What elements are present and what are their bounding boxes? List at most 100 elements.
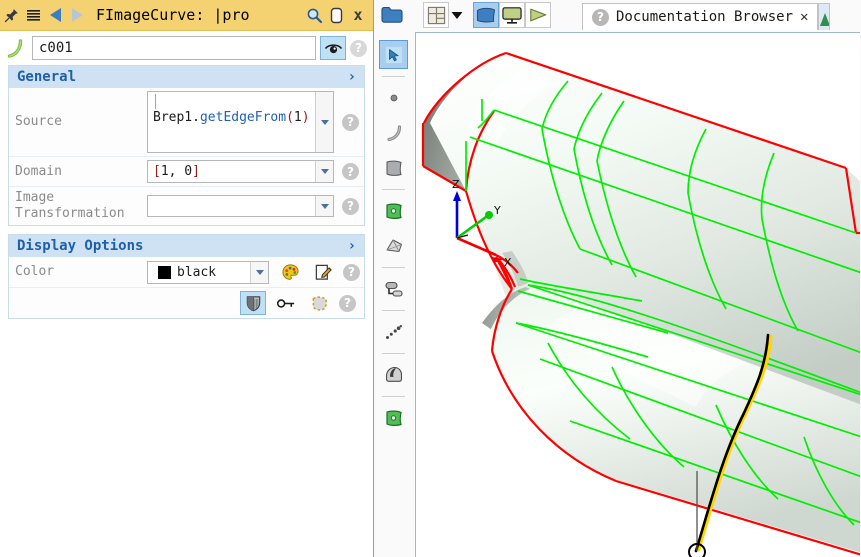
source-token-close-paren: ) [301,110,310,125]
visibility-toggle-button[interactable] [320,36,346,60]
color-field[interactable]: black [147,260,269,284]
transform-tool[interactable] [379,274,408,303]
tool-separator [382,267,405,268]
section-body-display-options: Color black ? ? [8,257,365,319]
tool-separator [382,189,405,190]
section-header-general[interactable]: General › [8,65,365,88]
chevron-right-icon: › [347,238,356,254]
3d-model-render[interactable]: Z Y X [416,33,860,557]
curve-tool[interactable] [379,118,408,147]
pin-icon[interactable] [0,2,22,28]
brep-solid[interactable] [421,51,860,556]
source-token-function: getEdgeFrom [199,110,287,125]
tab-label: Documentation Browser [616,9,794,25]
domain-field[interactable]: [1, 0] [147,160,334,183]
help-icon[interactable]: ? [342,163,359,180]
source-token-object: Brep1. [153,110,200,125]
help-icon: ? [592,8,609,26]
property-row-domain: Domain [1, 0] ? [9,157,364,187]
edit-pencil-icon[interactable] [310,260,336,284]
domain-token-values: 1, 0 [160,164,193,179]
domain-field-value[interactable]: [1, 0] [148,161,315,182]
close-icon[interactable]: x [347,2,373,28]
axis-z-label: Z [452,178,460,191]
point-tool[interactable] [379,83,408,112]
source-field[interactable]: Brep1.getEdgeFrom(1) [147,91,334,153]
back-arrow-icon[interactable] [44,2,66,28]
color-swatch [158,265,171,279]
property-label-image-transformation: Image Transformation [15,190,125,221]
image-transformation-row-icons: ? [334,197,359,215]
shape-view-icon[interactable] [473,2,499,28]
object-name-row: ? [0,31,373,65]
domain-token-close-bracket: ] [192,164,200,179]
panel-title: FImageCurve: |pro [96,6,250,24]
source-dropdown-button[interactable] [315,92,333,152]
tool-separator [382,353,405,354]
chevron-right-icon: › [347,69,356,85]
domain-row-icons: ? [334,163,359,180]
image-transformation-dropdown-button[interactable] [315,196,333,216]
tool-separator [382,76,405,77]
key-icon[interactable] [273,291,299,315]
layout-grid-icon[interactable] [423,2,449,28]
color-field-value[interactable]: black [177,262,250,283]
axis-y-label: Y [493,204,501,217]
property-row-shading: ? [9,288,364,318]
tab-next-partial[interactable] [818,3,831,30]
monitor-view-icon[interactable] [499,2,525,28]
property-row-image-transformation: Image Transformation ? [9,187,364,225]
dots-curve-tool[interactable] [379,317,408,346]
section-title-display-options: Display Options [17,238,144,254]
axis-z-arrow [453,191,461,201]
tab-close-icon[interactable]: ✕ [800,9,808,25]
shade-tool[interactable] [379,360,408,389]
tool-separator [382,310,405,311]
property-label-source: Source [15,114,62,129]
section-title-general: General [17,69,77,85]
curve-icon [6,38,28,58]
green-patch-tool[interactable] [379,403,408,432]
section-header-display-options[interactable]: Display Options › [8,234,365,257]
panel-titlebar: FImageCurve: |pro x [0,0,373,31]
image-transformation-field-value[interactable] [148,196,315,216]
3d-viewport[interactable]: Z Y X [415,32,860,557]
source-field-value[interactable]: Brep1.getEdgeFrom(1) [148,92,315,152]
property-panel: FImageCurve: |pro x c001 ? General › Sou… [0,0,374,557]
chevron-down-icon[interactable] [449,2,465,28]
help-icon[interactable]: ? [343,263,360,281]
domain-dropdown-button[interactable] [315,161,333,182]
tab-documentation-browser[interactable]: ? Documentation Browser ✕ [582,3,819,30]
source-token-open-paren: ( [286,110,294,125]
copy-icon[interactable] [325,2,347,28]
axis-x-label: X [504,256,512,269]
mesh-tool[interactable] [379,231,408,260]
source-row-icons: ? [334,91,359,153]
dashed-selection-icon[interactable] [306,291,332,315]
property-row-color: Color black ? [9,257,364,288]
axis-y-arrow [485,211,493,219]
color-row-icons: ? [269,260,363,284]
search-icon[interactable] [303,2,325,28]
property-label-color: Color [15,264,55,279]
viewport-toolbar: ? Documentation Browser ✕ [374,0,861,30]
help-icon[interactable]: ? [342,113,359,131]
object-name-input[interactable] [32,36,316,60]
select-arrow-tool[interactable] [379,40,408,69]
color-dropdown-button[interactable] [250,261,268,283]
source-token-arg: 1 [293,110,302,125]
property-label-domain: Domain [15,163,62,179]
help-icon[interactable]: ? [350,39,367,57]
folder-icon[interactable] [379,2,405,28]
help-icon[interactable]: ? [339,294,356,312]
play-view-icon[interactable] [525,2,551,28]
surface-tool[interactable] [379,153,408,182]
image-transformation-field[interactable] [147,195,334,217]
menu-icon[interactable] [22,2,44,28]
help-icon[interactable]: ? [342,197,359,215]
palette-icon[interactable] [277,260,303,284]
shield-shading-icon[interactable] [240,291,266,315]
forward-arrow-icon[interactable] [66,2,88,28]
green-surface-tool[interactable] [379,196,408,225]
shading-row-icons: ? [232,291,359,315]
